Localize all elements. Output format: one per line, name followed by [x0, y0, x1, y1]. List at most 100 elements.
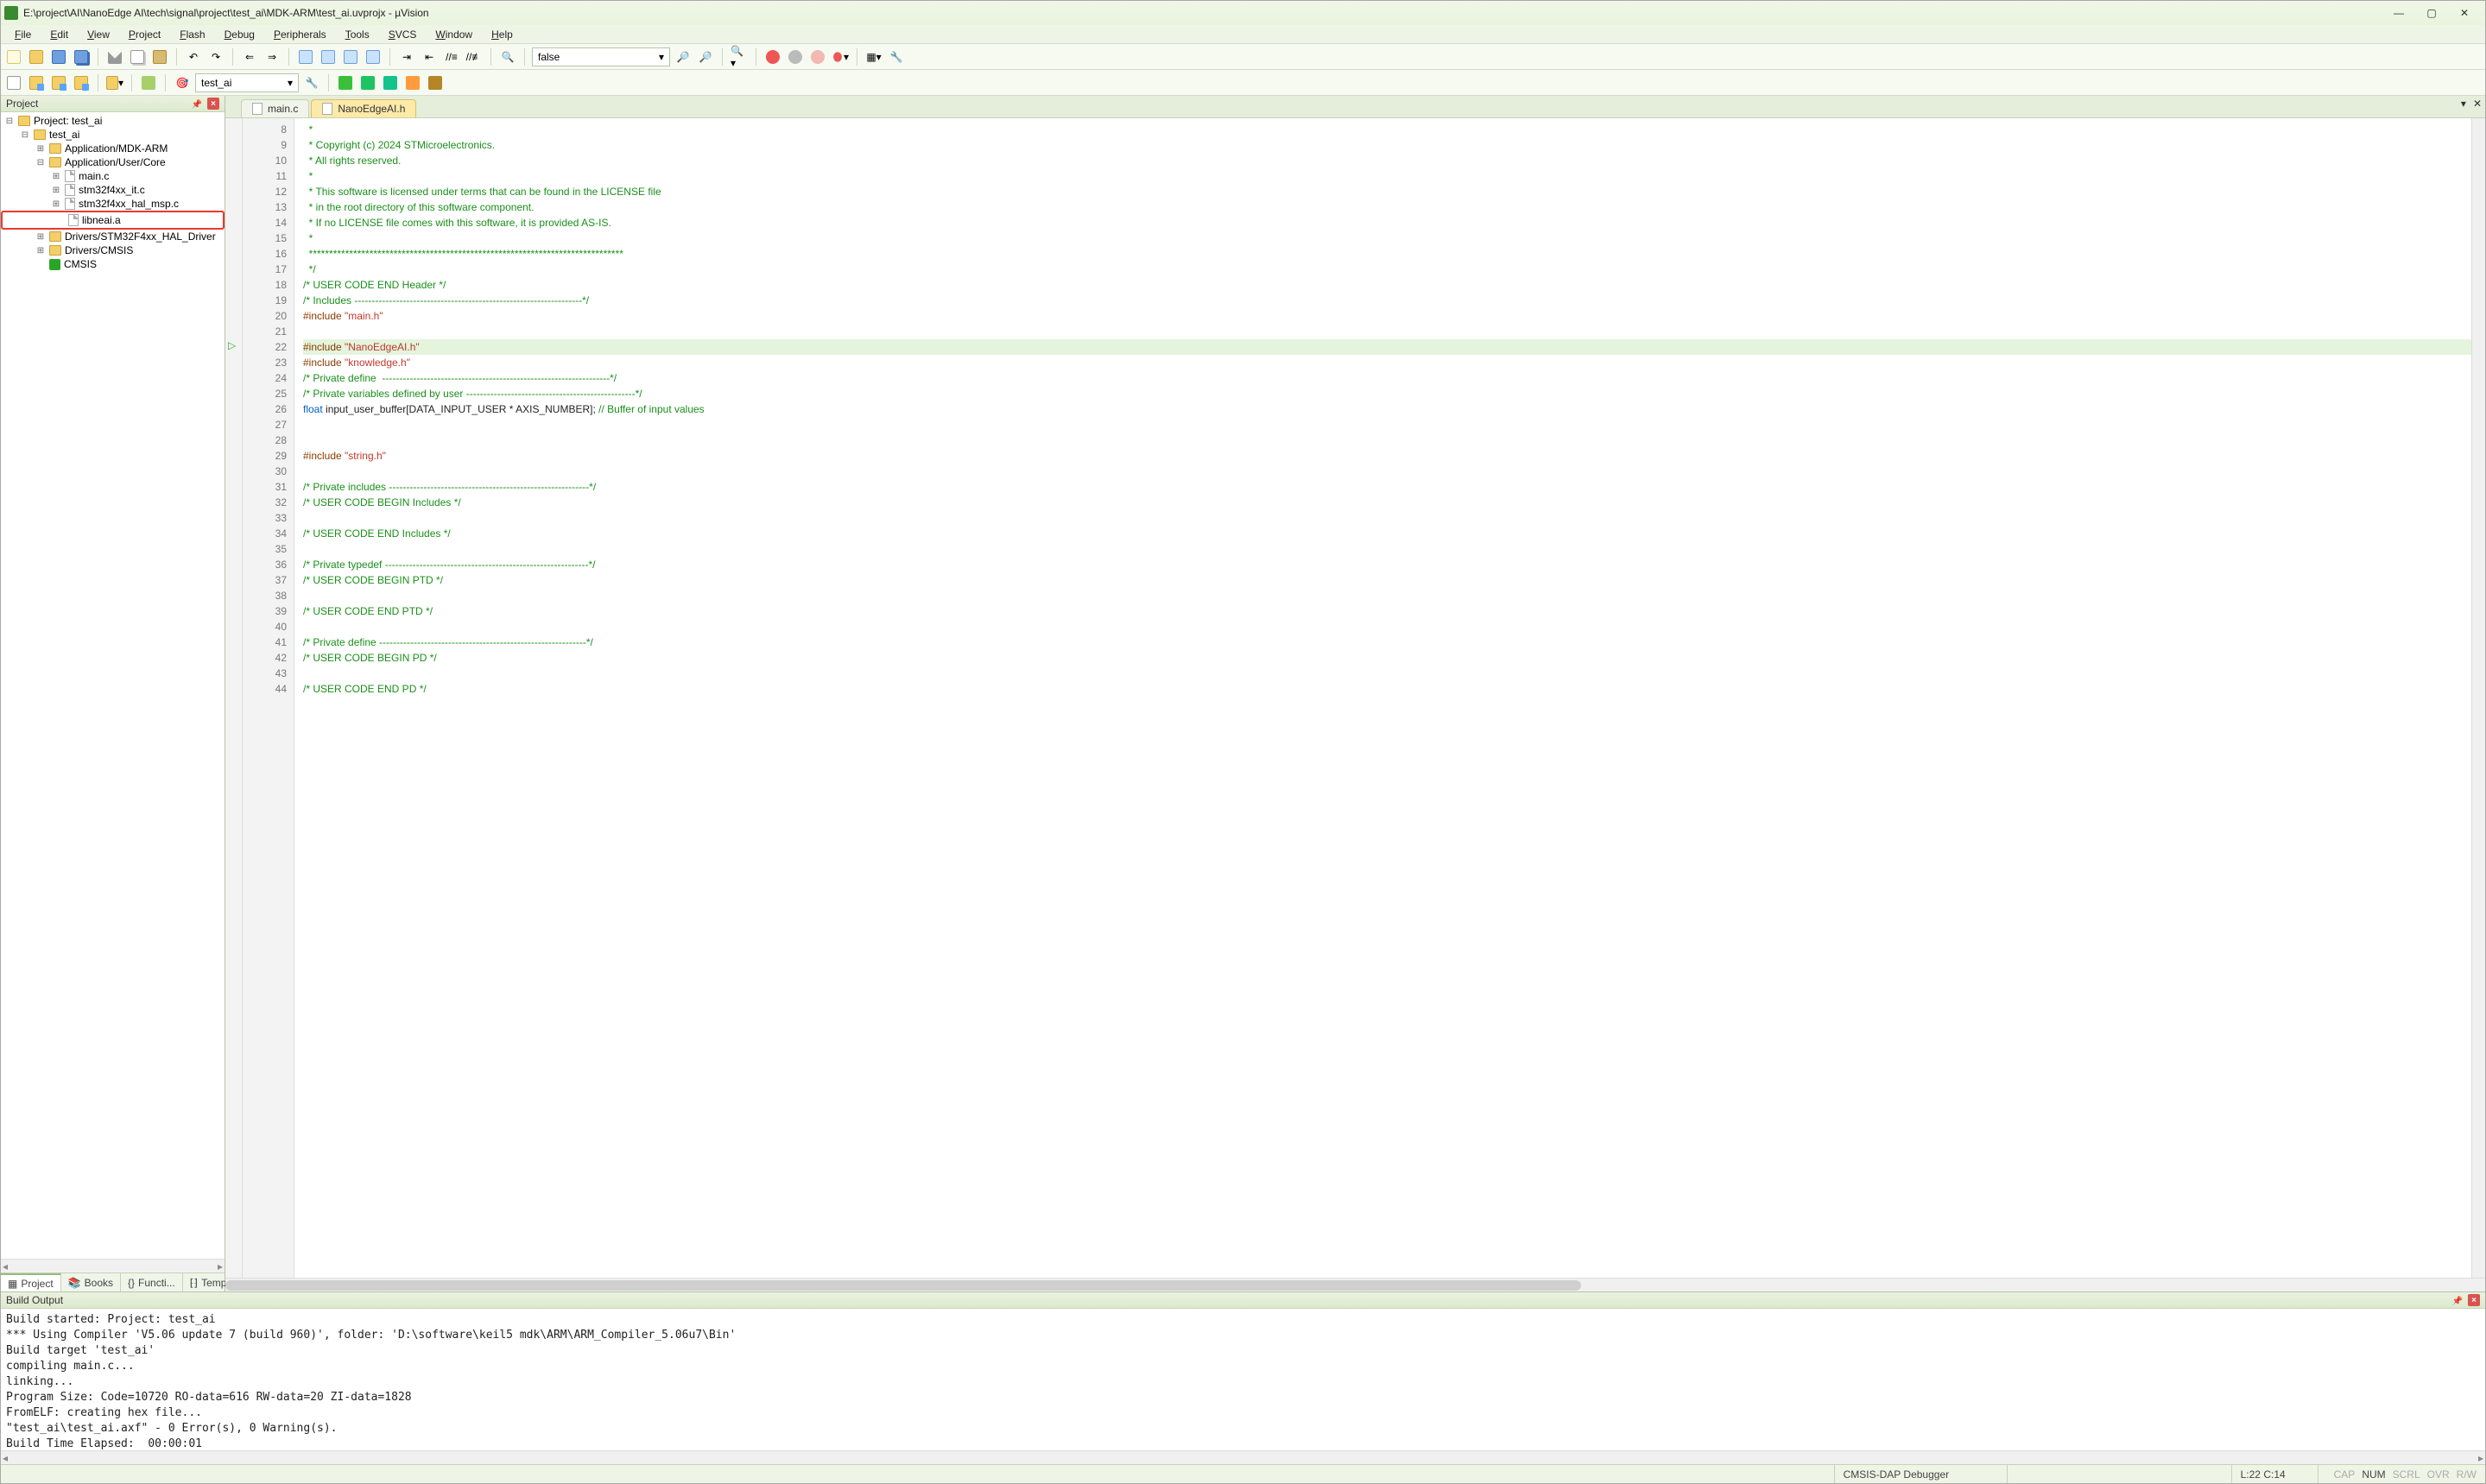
select-packs-button[interactable] — [358, 73, 377, 92]
editor-tab[interactable]: main.c — [241, 99, 309, 117]
menu-flash[interactable]: Flash — [171, 27, 213, 42]
project-tab-functi[interactable]: {}Functi... — [121, 1273, 183, 1291]
breakpoint-killall-button[interactable]: ▾ — [831, 47, 850, 66]
find-text: false — [538, 51, 560, 63]
build-output-text[interactable]: Build started: Project: test_ai *** Usin… — [1, 1309, 2485, 1450]
redo-button[interactable]: ↷ — [206, 47, 225, 66]
breakpoint-margin[interactable]: ▷ — [225, 118, 243, 1278]
manage-rte-button[interactable] — [336, 73, 355, 92]
help-button[interactable] — [426, 73, 445, 92]
tree-file[interactable]: libneai.a — [4, 213, 221, 227]
menu-file[interactable]: File — [6, 27, 40, 42]
breakpoint-insert-button[interactable] — [763, 47, 782, 66]
nav-forward-button[interactable]: ⇒ — [263, 47, 281, 66]
project-tree[interactable]: ⊟ Project: test_ai⊟ test_ai⊞ Application… — [1, 112, 225, 1259]
batch-build-button[interactable] — [72, 73, 91, 92]
breakpoint-kill-button[interactable] — [808, 47, 827, 66]
editor-tab[interactable]: NanoEdgeAI.h — [311, 99, 416, 117]
tree-group[interactable]: CMSIS — [1, 257, 225, 271]
project-tab-project[interactable]: ▦Project — [1, 1273, 61, 1291]
window-title: E:\project\AI\NanoEdge AI\tech\signal\pr… — [23, 7, 429, 19]
new-file-button[interactable] — [4, 47, 23, 66]
build-output-header: Build Output × — [1, 1292, 2485, 1309]
tree-group[interactable]: ⊞ Drivers/CMSIS — [1, 243, 225, 257]
project-panel-header: Project × — [1, 96, 225, 112]
stop-build-button[interactable]: ▾ — [105, 73, 124, 92]
tree-group[interactable]: ⊞ Application/MDK-ARM — [1, 142, 225, 155]
undo-button[interactable]: ↶ — [184, 47, 203, 66]
project-panel: Project × ⊟ Project: test_ai⊟ test_ai⊞ A… — [1, 96, 225, 1291]
paste-button[interactable] — [150, 47, 169, 66]
menu-edit[interactable]: Edit — [41, 27, 77, 42]
find-next-button[interactable]: 🔎 — [674, 47, 693, 66]
menu-peripherals[interactable]: Peripherals — [265, 27, 335, 42]
nav-back-button[interactable]: ⇐ — [240, 47, 259, 66]
unindent-button[interactable]: ⇤ — [420, 47, 439, 66]
cut-button[interactable] — [105, 47, 124, 66]
tree-file[interactable]: ⊞ stm32f4xx_hal_msp.c — [1, 197, 225, 211]
tree-group[interactable]: ⊞ Drivers/STM32F4xx_HAL_Driver — [1, 230, 225, 243]
active-files-dropdown[interactable]: ▾ — [2461, 98, 2466, 110]
editor-hscrollbar[interactable] — [225, 1278, 2485, 1291]
panel-close-button[interactable]: × — [207, 98, 219, 110]
download-button[interactable] — [139, 73, 158, 92]
close-doc-button[interactable]: ✕ — [2473, 98, 2482, 110]
bookmark-toggle-button[interactable] — [296, 47, 315, 66]
build-output-title: Build Output — [6, 1294, 63, 1306]
panel-close-button[interactable]: × — [2468, 1294, 2480, 1306]
pin-icon[interactable] — [192, 98, 202, 110]
build-button[interactable] — [27, 73, 46, 92]
debug-start-button[interactable]: 🔍▾ — [730, 47, 749, 66]
code-content[interactable]: * * Copyright (c) 2024 STMicroelectronic… — [294, 118, 2471, 1278]
rebuild-button[interactable] — [49, 73, 68, 92]
copy-button[interactable] — [128, 47, 147, 66]
window-layout-button[interactable]: ▦▾ — [864, 47, 883, 66]
comment-button[interactable]: //≡ — [442, 47, 461, 66]
translate-button[interactable] — [4, 73, 23, 92]
pack-installer-button[interactable] — [381, 73, 400, 92]
configure-button[interactable]: 🔧 — [887, 47, 906, 66]
tree-project-root[interactable]: ⊟ Project: test_ai — [1, 114, 225, 128]
status-spare — [2008, 1465, 2232, 1483]
save-all-button[interactable] — [72, 47, 91, 66]
build-hscrollbar[interactable]: ◂▸ — [1, 1450, 2485, 1464]
options-button[interactable]: 🔧 — [302, 73, 321, 92]
uncomment-button[interactable]: //≢ — [465, 47, 484, 66]
minimize-button[interactable]: — — [2390, 7, 2407, 19]
open-file-button[interactable] — [27, 47, 46, 66]
code-editor[interactable]: ▷ 89101112131415161718192021222324252627… — [225, 118, 2485, 1278]
pin-icon[interactable] — [2452, 1294, 2463, 1306]
tree-group[interactable]: ⊟ Application/User/Core — [1, 155, 225, 169]
menu-help[interactable]: Help — [483, 27, 522, 42]
menu-tools[interactable]: Tools — [337, 27, 378, 42]
incremental-find-button[interactable]: 🔎 — [696, 47, 715, 66]
books-button[interactable] — [403, 73, 422, 92]
chevron-down-icon: ▾ — [288, 77, 293, 89]
menu-debug[interactable]: Debug — [216, 27, 263, 42]
find-in-files-button[interactable]: 🔍 — [498, 47, 517, 66]
menu-project[interactable]: Project — [120, 27, 169, 42]
maximize-button[interactable]: ▢ — [2423, 7, 2440, 19]
save-button[interactable] — [49, 47, 68, 66]
menu-svcs[interactable]: SVCS — [380, 27, 426, 42]
project-tab-books[interactable]: 📚Books — [61, 1273, 121, 1291]
close-button[interactable]: ✕ — [2456, 7, 2473, 19]
indent-button[interactable]: ⇥ — [397, 47, 416, 66]
status-indicators: CAPNUMSCRLOVRR/W — [2318, 1465, 2485, 1483]
file-icon — [252, 103, 263, 115]
tree-hscrollbar[interactable]: ◂▸ — [1, 1259, 225, 1272]
tree-file[interactable]: ⊞ stm32f4xx_it.c — [1, 183, 225, 197]
bookmark-next-button[interactable] — [341, 47, 360, 66]
tree-file[interactable]: ⊞ main.c — [1, 169, 225, 183]
tree-target[interactable]: ⊟ test_ai — [1, 128, 225, 142]
bookmark-clear-button[interactable] — [364, 47, 383, 66]
menu-window[interactable]: Window — [427, 27, 481, 42]
find-combo[interactable]: false ▾ — [532, 47, 670, 66]
target-select[interactable]: test_ai▾ — [195, 73, 299, 92]
editor-vscrollbar[interactable] — [2471, 118, 2485, 1278]
bookmark-prev-button[interactable] — [319, 47, 338, 66]
target-options-button[interactable]: 🎯 — [173, 73, 192, 92]
chevron-down-icon: ▾ — [659, 51, 664, 63]
menu-view[interactable]: View — [79, 27, 118, 42]
breakpoint-disable-button[interactable] — [786, 47, 805, 66]
